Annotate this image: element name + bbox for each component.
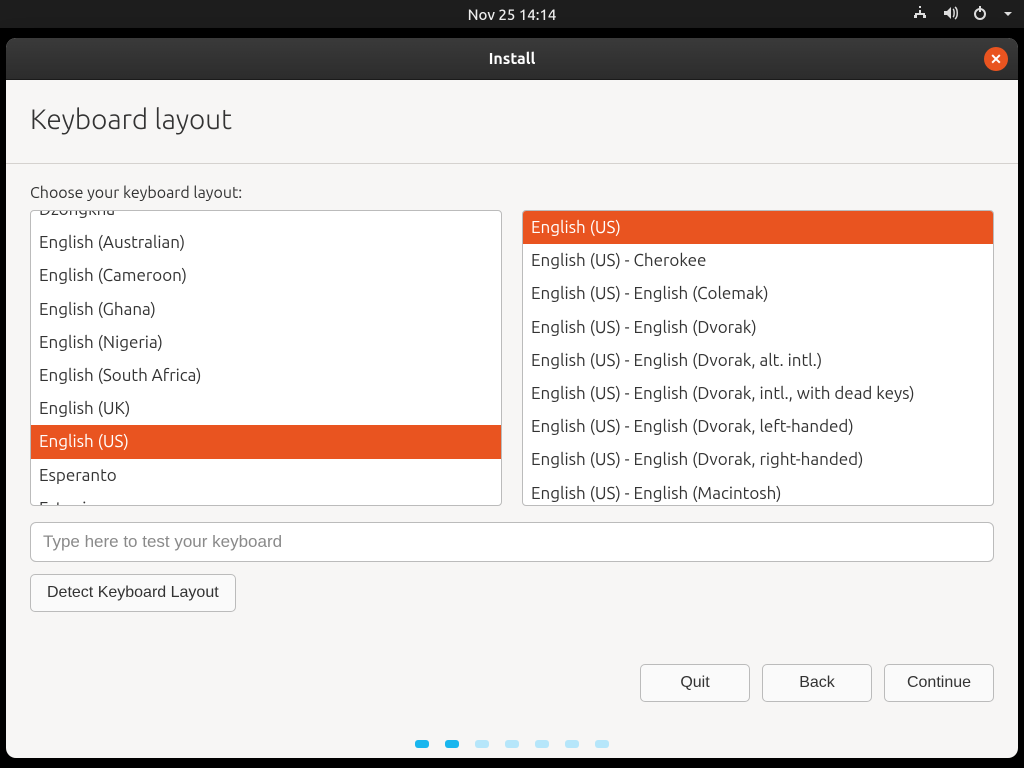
- list-item[interactable]: English (Cameroon): [31, 259, 501, 292]
- volume-icon[interactable]: [942, 5, 958, 24]
- list-item[interactable]: English (Ghana): [31, 293, 501, 326]
- indicator-area: [912, 0, 1014, 28]
- list-item[interactable]: English (Australian): [31, 226, 501, 259]
- list-item[interactable]: English (US) - English (Dvorak): [523, 311, 993, 344]
- list-item[interactable]: Dzongkha: [31, 211, 501, 226]
- page-title: Keyboard layout: [30, 104, 994, 135]
- list-item[interactable]: Esperanto: [31, 459, 501, 492]
- progress-dot: [505, 740, 519, 748]
- window-titlebar: Install ✕: [6, 38, 1018, 80]
- progress-dot: [445, 740, 459, 748]
- keyboard-test-input[interactable]: [30, 522, 994, 562]
- progress-dot: [475, 740, 489, 748]
- list-item[interactable]: English (Nigeria): [31, 326, 501, 359]
- list-item[interactable]: English (US) - English (Dvorak, intl., w…: [523, 377, 993, 410]
- network-icon[interactable]: [912, 5, 928, 24]
- back-button[interactable]: Back: [762, 664, 872, 702]
- close-button[interactable]: ✕: [984, 47, 1008, 71]
- variant-list[interactable]: English (US)English (US) - CherokeeEngli…: [522, 210, 994, 506]
- divider: [6, 163, 1018, 164]
- list-item[interactable]: English (US) - Cherokee: [523, 244, 993, 277]
- choose-label: Choose your keyboard layout:: [30, 184, 994, 202]
- window-title: Install: [489, 50, 536, 68]
- list-item[interactable]: English (US) - English (Macintosh): [523, 477, 993, 507]
- list-item[interactable]: English (US) - English (Dvorak, right-ha…: [523, 443, 993, 476]
- install-window: Install ✕ Keyboard layout Choose your ke…: [6, 38, 1018, 758]
- progress-dots: [6, 740, 1018, 748]
- close-icon: ✕: [990, 52, 1002, 66]
- list-item[interactable]: English (US) - English (Colemak): [523, 277, 993, 310]
- chevron-down-icon[interactable]: [1002, 6, 1014, 23]
- list-item[interactable]: English (South Africa): [31, 359, 501, 392]
- list-item[interactable]: English (US) - English (Dvorak, alt. int…: [523, 344, 993, 377]
- list-item[interactable]: Estonian: [31, 492, 501, 505]
- progress-dot: [415, 740, 429, 748]
- progress-dot: [535, 740, 549, 748]
- list-item[interactable]: English (US): [523, 211, 993, 244]
- detect-layout-button[interactable]: Detect Keyboard Layout: [30, 574, 236, 612]
- layout-lists: DzongkhaEnglish (Australian)English (Cam…: [30, 210, 994, 506]
- quit-button[interactable]: Quit: [640, 664, 750, 702]
- list-item[interactable]: English (UK): [31, 392, 501, 425]
- page-content: Keyboard layout Choose your keyboard lay…: [6, 80, 1018, 612]
- language-layout-list[interactable]: DzongkhaEnglish (Australian)English (Cam…: [30, 210, 502, 506]
- continue-button[interactable]: Continue: [884, 664, 994, 702]
- list-item[interactable]: English (US): [31, 425, 501, 458]
- progress-dot: [595, 740, 609, 748]
- clock: Nov 25 14:14: [468, 6, 557, 23]
- list-item[interactable]: English (US) - English (Dvorak, left-han…: [523, 410, 993, 443]
- progress-dot: [565, 740, 579, 748]
- nav-buttons: Quit Back Continue: [640, 664, 994, 702]
- power-icon[interactable]: [972, 5, 988, 24]
- gnome-topbar: Nov 25 14:14: [0, 0, 1024, 28]
